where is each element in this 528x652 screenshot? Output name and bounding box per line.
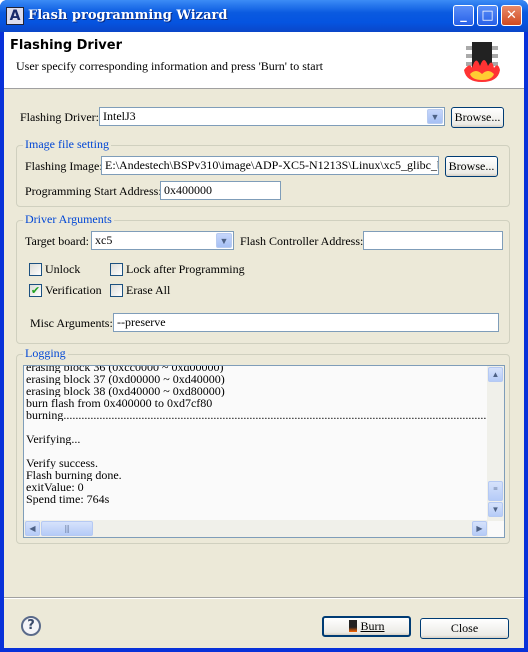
page-description: User specify corresponding information a… xyxy=(16,59,323,73)
image-file-setting-group: Image file setting Flashing Image: E:\An… xyxy=(16,137,510,207)
misc-arguments-input[interactable]: --preserve xyxy=(113,313,499,332)
group-title: Image file setting xyxy=(23,137,111,152)
wizard-header: Flashing Driver User specify correspondi… xyxy=(4,32,524,89)
scroll-left-icon[interactable]: ◀ xyxy=(25,521,40,536)
close-button[interactable]: Close xyxy=(420,618,509,639)
scroll-thumb[interactable]: ||| xyxy=(41,521,93,536)
scroll-thumb[interactable]: ≡ xyxy=(488,481,503,501)
group-title: Driver Arguments xyxy=(23,212,114,227)
wizard-window: A Flash programming Wizard _ □ ✕ Flashin… xyxy=(0,0,528,652)
unlock-label[interactable]: Unlock xyxy=(45,262,80,277)
scroll-up-icon[interactable]: ▲ xyxy=(488,367,503,382)
maximize-button[interactable]: □ xyxy=(477,5,498,26)
dialog-body: Flashing Driver User specify correspondi… xyxy=(4,32,524,648)
log-output[interactable]: erasing block 36 (0xcc0000 ~ 0xd00000) er… xyxy=(23,365,505,538)
log-line: erasing block 36 (0xcc0000 ~ 0xd00000) xyxy=(26,365,224,373)
chevron-down-icon[interactable]: ▼ xyxy=(427,109,443,124)
log-line: Verify success. xyxy=(26,457,98,469)
log-line: burn flash from 0x400000 to 0xd7cf80 xyxy=(26,397,213,409)
lock-after-programming-label[interactable]: Lock after Programming xyxy=(126,262,245,277)
checkmark-icon: ✔ xyxy=(30,284,41,297)
misc-arguments-label: Misc Arguments: xyxy=(30,316,113,330)
scroll-down-icon[interactable]: ▼ xyxy=(488,502,503,517)
window-title: Flash programming Wizard xyxy=(28,8,228,23)
log-line: exitValue: 0 xyxy=(26,481,84,493)
close-window-button[interactable]: ✕ xyxy=(501,5,522,26)
app-icon: A xyxy=(6,7,24,25)
chevron-down-icon[interactable]: ▼ xyxy=(216,233,232,248)
verification-checkbox[interactable]: ✔ xyxy=(29,284,42,297)
scroll-right-icon[interactable]: ▶ xyxy=(472,521,487,536)
footer-divider xyxy=(4,597,524,599)
minimize-button[interactable]: _ xyxy=(453,5,474,26)
horizontal-scrollbar[interactable]: ◀ ||| ▶ xyxy=(24,520,488,537)
title-bar[interactable]: A Flash programming Wizard _ □ ✕ xyxy=(0,0,528,32)
log-line: Flash burning done. xyxy=(26,469,122,481)
flash-chip-fire-icon xyxy=(348,620,357,632)
help-icon[interactable]: ? xyxy=(21,616,41,636)
log-line: erasing block 37 (0xd00000 ~ 0xd40000) xyxy=(26,373,225,385)
flashing-image-label: Flashing Image: xyxy=(25,159,103,173)
group-title: Logging xyxy=(23,346,68,361)
erase-all-label[interactable]: Erase All xyxy=(126,283,170,298)
flashing-driver-value: IntelJ3 xyxy=(103,109,136,123)
vertical-scrollbar[interactable]: ▲ ≡ ▼ xyxy=(487,366,504,521)
log-line: burning.................................… xyxy=(26,409,486,421)
log-line: Spend time: 764s xyxy=(26,493,110,505)
target-board-value: xc5 xyxy=(95,233,113,247)
flashing-image-input[interactable]: E:\Andestech\BSPv310\image\ADP-XC5-N1213… xyxy=(101,156,439,175)
burn-label: Burn xyxy=(360,619,385,633)
log-line: erasing block 38 (0xd40000 ~ 0xd80000) xyxy=(26,385,225,397)
erase-all-checkbox[interactable] xyxy=(110,284,123,297)
browse-image-button[interactable]: Browse... xyxy=(445,156,498,177)
target-board-combo[interactable]: xc5 ▼ xyxy=(91,231,234,250)
start-address-label: Programming Start Address: xyxy=(25,184,162,198)
start-address-input[interactable]: 0x400000 xyxy=(160,181,281,200)
flash-chip-fire-icon xyxy=(464,42,500,82)
verification-label[interactable]: Verification xyxy=(45,283,102,298)
flashing-driver-combo[interactable]: IntelJ3 ▼ xyxy=(99,107,445,126)
log-text: erasing block 36 (0xcc0000 ~ 0xd00000) er… xyxy=(26,365,486,505)
flash-controller-address-label: Flash Controller Address: xyxy=(240,234,364,248)
lock-after-programming-checkbox[interactable] xyxy=(110,263,123,276)
log-line: Verifying... xyxy=(26,433,81,445)
target-board-label: Target board: xyxy=(25,234,89,248)
flashing-driver-label: Flashing Driver: xyxy=(20,110,99,124)
flash-controller-address-input[interactable] xyxy=(363,231,503,250)
unlock-checkbox[interactable] xyxy=(29,263,42,276)
burn-button[interactable]: Burn xyxy=(322,616,411,637)
page-title: Flashing Driver xyxy=(10,38,123,53)
driver-arguments-group: Driver Arguments Target board: xc5 ▼ Fla… xyxy=(16,212,510,344)
browse-driver-button[interactable]: Browse... xyxy=(451,107,504,128)
